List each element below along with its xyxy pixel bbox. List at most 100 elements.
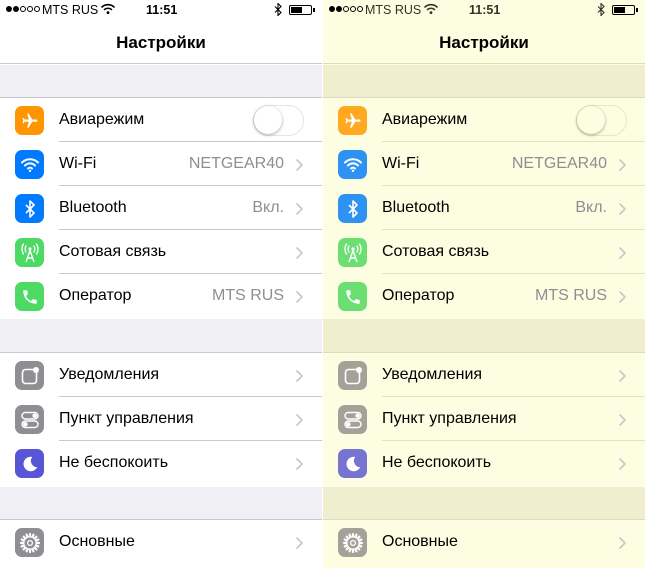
airplane-icon bbox=[15, 106, 44, 135]
settings-row-dnd[interactable]: Не беспокоить bbox=[323, 441, 645, 485]
navigation-bar: Настройки bbox=[323, 22, 645, 64]
row-value: NETGEAR40 bbox=[511, 155, 607, 172]
chevron-right-icon bbox=[296, 246, 304, 259]
section-gap bbox=[323, 487, 645, 520]
row-value: Вкл. bbox=[575, 199, 607, 216]
moon-icon bbox=[338, 449, 367, 478]
chevron-right-icon bbox=[296, 158, 304, 171]
settings-row-airplane[interactable]: Авиарежим bbox=[0, 98, 322, 142]
chevron-right-icon bbox=[619, 246, 627, 259]
row-label: Оператор bbox=[59, 287, 132, 304]
settings-group: Авиарежим Wi-Fi NETGEAR40 Bluetooth Вкл. С… bbox=[0, 98, 322, 318]
settings-group: Основные bbox=[0, 520, 322, 564]
row-label: Пункт управления bbox=[59, 410, 194, 427]
settings-row-bluetooth[interactable]: Bluetooth Вкл. bbox=[0, 186, 322, 230]
battery-icon bbox=[289, 5, 315, 15]
battery-icon bbox=[612, 5, 638, 15]
chevron-right-icon bbox=[296, 536, 304, 549]
airplane-mode-toggle[interactable] bbox=[253, 105, 304, 136]
signal-dot bbox=[6, 6, 12, 12]
cellular-icon bbox=[15, 238, 44, 267]
airplane-icon bbox=[338, 106, 367, 135]
settings-row-control_center[interactable]: Пункт управления bbox=[323, 397, 645, 441]
settings-row-cellular[interactable]: Сотовая связь bbox=[323, 230, 645, 274]
row-label: Уведомления bbox=[382, 366, 483, 383]
settings-row-control_center[interactable]: Пункт управления bbox=[0, 397, 322, 441]
settings-row-notifications[interactable]: Уведомления bbox=[0, 353, 322, 397]
settings-group: Основные bbox=[323, 520, 645, 564]
chevron-right-icon bbox=[619, 202, 627, 215]
row-value: MTS RUS bbox=[212, 287, 284, 304]
battery-nub bbox=[636, 8, 638, 12]
chevron-right-icon bbox=[619, 290, 627, 303]
page-title: Настройки bbox=[116, 33, 206, 52]
settings-row-notifications[interactable]: Уведомления bbox=[323, 353, 645, 397]
settings-row-bluetooth[interactable]: Bluetooth Вкл. bbox=[323, 186, 645, 230]
row-label: Сотовая связь bbox=[382, 243, 490, 260]
chevron-right-icon bbox=[296, 202, 304, 215]
phone-icon bbox=[15, 282, 44, 311]
control-center-icon bbox=[338, 405, 367, 434]
navigation-bar: Настройки bbox=[0, 22, 322, 64]
row-label: Сотовая связь bbox=[59, 243, 167, 260]
settings-panel-standard: MTS RUS 11:51 Настройки Авиарежим Wi-Fi N… bbox=[0, 0, 322, 568]
status-bar: MTS RUS 11:51 bbox=[0, 0, 322, 22]
row-label: Основные bbox=[382, 533, 458, 550]
moon-icon bbox=[15, 449, 44, 478]
phone-icon bbox=[338, 282, 367, 311]
status-time: 11:51 bbox=[469, 3, 501, 17]
row-label: Не беспокоить bbox=[59, 454, 169, 471]
bluetooth-status-icon bbox=[274, 3, 282, 16]
section-gap bbox=[0, 319, 322, 353]
wifi-icon bbox=[338, 150, 367, 179]
chevron-right-icon bbox=[619, 158, 627, 171]
carrier-name: MTS RUS bbox=[42, 3, 99, 17]
row-label: Уведомления bbox=[59, 366, 160, 383]
settings-group: Авиарежим Wi-Fi NETGEAR40 Bluetooth Вкл. С… bbox=[323, 98, 645, 318]
carrier-name: MTS RUS bbox=[365, 3, 422, 17]
settings-row-general[interactable]: Основные bbox=[0, 520, 322, 564]
page-title: Настройки bbox=[439, 33, 529, 52]
signal-dot bbox=[336, 6, 342, 12]
settings-row-cellular[interactable]: Сотовая связь bbox=[0, 230, 322, 274]
section-gap bbox=[323, 319, 645, 353]
signal-strength-icon bbox=[329, 6, 363, 12]
settings-row-dnd[interactable]: Не беспокоить bbox=[0, 441, 322, 485]
battery-nub bbox=[313, 8, 315, 12]
section-gap bbox=[0, 65, 322, 98]
settings-row-airplane[interactable]: Авиарежим bbox=[323, 98, 645, 142]
signal-strength-icon bbox=[6, 6, 40, 12]
row-label: Авиарежим bbox=[382, 111, 468, 128]
settings-row-wifi[interactable]: Wi-Fi NETGEAR40 bbox=[323, 142, 645, 186]
signal-dot bbox=[329, 6, 335, 12]
signal-dot bbox=[350, 6, 356, 12]
settings-row-general[interactable]: Основные bbox=[323, 520, 645, 564]
bluetooth-icon bbox=[338, 194, 367, 223]
signal-dot bbox=[13, 6, 19, 12]
chevron-right-icon bbox=[619, 536, 627, 549]
signal-dot bbox=[343, 6, 349, 12]
row-label: Основные bbox=[59, 533, 135, 550]
airplane-mode-toggle[interactable] bbox=[576, 105, 627, 136]
row-label: Не беспокоить bbox=[382, 454, 492, 471]
settings-panel-tinted: MTS RUS 11:51 Настройки Авиарежим Wi-Fi N… bbox=[323, 0, 645, 568]
settings-row-wifi[interactable]: Wi-Fi NETGEAR40 bbox=[0, 142, 322, 186]
gear-icon bbox=[15, 528, 44, 557]
notifications-icon bbox=[338, 361, 367, 390]
row-label: Bluetooth bbox=[59, 199, 127, 216]
settings-group: Уведомления Пункт управления Не беспокои… bbox=[0, 353, 322, 485]
settings-row-carrier[interactable]: Оператор MTS RUS bbox=[323, 274, 645, 318]
bluetooth-status-icon bbox=[597, 3, 605, 16]
chevron-right-icon bbox=[296, 413, 304, 426]
row-value: NETGEAR40 bbox=[188, 155, 284, 172]
wifi-status-icon bbox=[424, 3, 438, 15]
gear-icon bbox=[338, 528, 367, 557]
row-label: Bluetooth bbox=[382, 199, 450, 216]
toggle-knob bbox=[254, 106, 282, 134]
notifications-icon bbox=[15, 361, 44, 390]
settings-row-carrier[interactable]: Оператор MTS RUS bbox=[0, 274, 322, 318]
signal-dot bbox=[357, 6, 363, 12]
row-label: Авиарежим bbox=[59, 111, 145, 128]
wifi-status-icon bbox=[101, 3, 115, 15]
cellular-icon bbox=[338, 238, 367, 267]
